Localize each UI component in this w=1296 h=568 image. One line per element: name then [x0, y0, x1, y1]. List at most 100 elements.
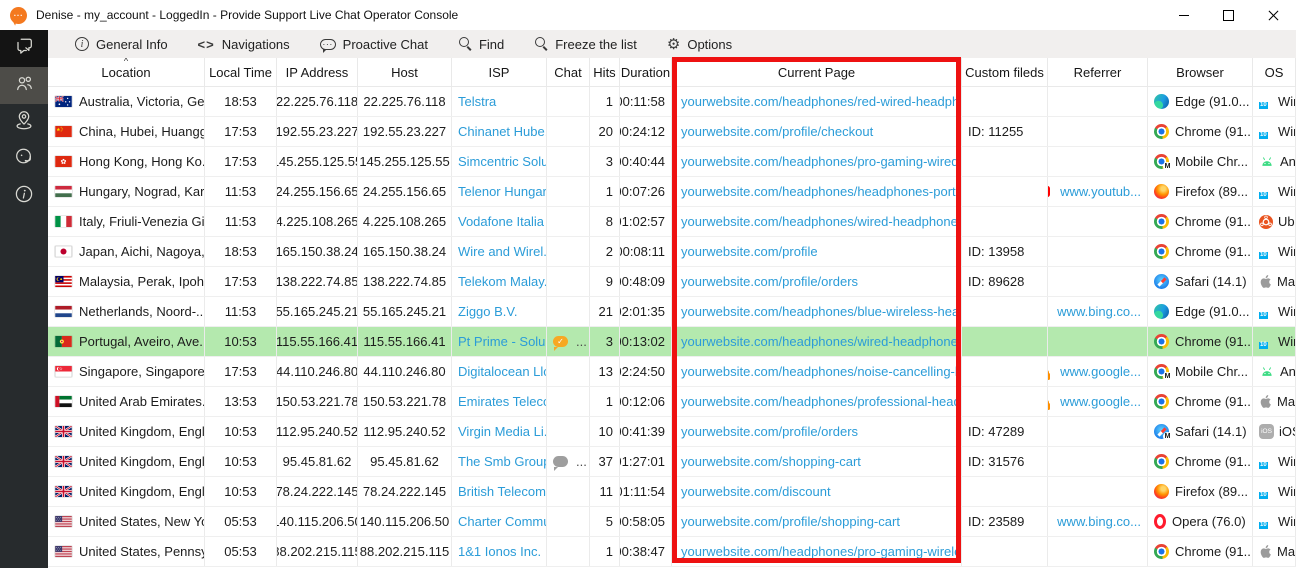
current-page-link[interactable]: yourwebsite.com/shopping-cart	[678, 454, 861, 469]
minimize-button[interactable]	[1161, 0, 1206, 30]
column-header-chat[interactable]: Chat	[547, 58, 590, 86]
column-header-host[interactable]: Host	[358, 58, 452, 86]
referrer-link[interactable]: www.google...	[1060, 364, 1141, 379]
sidebar-item-visitors[interactable]	[0, 67, 48, 104]
cell-isp[interactable]: Telekom Malay...	[452, 267, 547, 296]
link[interactable]: British Telecom...	[458, 484, 547, 499]
column-header-hits[interactable]: Hits	[590, 58, 620, 86]
link[interactable]: Chinanet Hube...	[458, 124, 547, 139]
table-row[interactable]: Hong Kong, Hong Ko...17:53145.255.125.55…	[48, 147, 1296, 177]
table-row[interactable]: Portugal, Aveiro, Ave...10:53115.55.166.…	[48, 327, 1296, 357]
cell-isp[interactable]: 1&1 Ionos Inc.	[452, 537, 547, 566]
table-row[interactable]: Australia, Victoria, Ge...18:5322.225.76…	[48, 87, 1296, 117]
current-page-link[interactable]: yourwebsite.com/profile	[678, 244, 818, 259]
cell-page[interactable]: yourwebsite.com/headphones/wired-headpho…	[672, 207, 962, 236]
cell-isp[interactable]: The Smb Group	[452, 447, 547, 476]
cell-page[interactable]: yourwebsite.com/profile/orders	[672, 417, 962, 446]
cell-isp[interactable]: Digitalocean Llc	[452, 357, 547, 386]
sidebar-item-info[interactable]	[0, 178, 48, 215]
link[interactable]: Vodafone Italia ...	[458, 214, 547, 229]
column-header-custom[interactable]: Custom fileds	[962, 58, 1048, 86]
maximize-button[interactable]	[1206, 0, 1251, 30]
cell-page[interactable]: yourwebsite.com/headphones/wired-headpho…	[672, 327, 962, 356]
cell-isp[interactable]: Wire and Wirel...	[452, 237, 547, 266]
table-row[interactable]: United States, Pennsy...05:5388.202.215.…	[48, 537, 1296, 567]
close-button[interactable]	[1251, 0, 1296, 30]
referrer-link[interactable]: www.google...	[1060, 394, 1141, 409]
link[interactable]: Digitalocean Llc	[458, 364, 547, 379]
referrer-link[interactable]: www.youtub...	[1060, 184, 1141, 199]
current-page-link[interactable]: yourwebsite.com/profile/orders	[678, 424, 858, 439]
cell-page[interactable]: yourwebsite.com/headphones/pro-gaming-wi…	[672, 537, 962, 566]
column-header-referrer[interactable]: Referrer	[1048, 58, 1148, 86]
toolbar-button-general-info[interactable]: iGeneral Info	[62, 30, 181, 58]
table-row[interactable]: United Arab Emirates...13:53150.53.221.7…	[48, 387, 1296, 417]
column-header-isp[interactable]: ISP	[452, 58, 547, 86]
cell-isp[interactable]: Telstra	[452, 87, 547, 116]
table-row[interactable]: United States, New Yo...05:53140.115.206…	[48, 507, 1296, 537]
cell-page[interactable]: yourwebsite.com/profile	[672, 237, 962, 266]
cell-page[interactable]: yourwebsite.com/headphones/red-wired-hea…	[672, 87, 962, 116]
column-header-page[interactable]: Current Page	[672, 58, 962, 86]
cell-isp[interactable]: Charter Commu...	[452, 507, 547, 536]
cell-isp[interactable]: Ziggo B.V.	[452, 297, 547, 326]
link[interactable]: Pt Prime - Solu...	[458, 334, 547, 349]
cell-referrer[interactable]: bwww.bing.co...	[1048, 297, 1148, 326]
current-page-link[interactable]: yourwebsite.com/headphones/noise-cancell…	[678, 364, 962, 379]
column-header-browser[interactable]: Browser	[1148, 58, 1253, 86]
link[interactable]: 1&1 Ionos Inc.	[458, 544, 541, 559]
cell-page[interactable]: yourwebsite.com/shopping-cart	[672, 447, 962, 476]
cell-isp[interactable]: British Telecom...	[452, 477, 547, 506]
column-header-ip[interactable]: IP Address	[277, 58, 358, 86]
cell-page[interactable]: yourwebsite.com/profile/shopping-cart	[672, 507, 962, 536]
table-row[interactable]: Malaysia, Perak, Ipoh, ...17:53138.222.7…	[48, 267, 1296, 297]
current-page-link[interactable]: yourwebsite.com/profile/shopping-cart	[678, 514, 900, 529]
table-row[interactable]: Netherlands, Noord-...11:5355.165.245.21…	[48, 297, 1296, 327]
current-page-link[interactable]: yourwebsite.com/profile/checkout	[678, 124, 873, 139]
table-row[interactable]: United Kingdom, Engl...10:5395.45.81.629…	[48, 447, 1296, 477]
cell-isp[interactable]: Virgin Media Li...	[452, 417, 547, 446]
table-row[interactable]: United Kingdom, Engl...10:53112.95.240.5…	[48, 417, 1296, 447]
current-page-link[interactable]: yourwebsite.com/headphones/blue-wireless…	[678, 304, 962, 319]
referrer-link[interactable]: www.bing.co...	[1057, 514, 1141, 529]
current-page-link[interactable]: yourwebsite.com/headphones/red-wired-hea…	[678, 94, 962, 109]
current-page-link[interactable]: yourwebsite.com/headphones/pro-gaming-wi…	[678, 544, 962, 559]
current-page-link[interactable]: yourwebsite.com/headphones/professional-…	[678, 394, 962, 409]
cell-isp[interactable]: Chinanet Hube...	[452, 117, 547, 146]
column-header-location[interactable]: ^Location	[48, 58, 205, 86]
link[interactable]: Telekom Malay...	[458, 274, 547, 289]
column-header-os[interactable]: OS	[1253, 58, 1296, 86]
sidebar-item-geo-location[interactable]	[0, 104, 48, 141]
cell-referrer[interactable]: bwww.bing.co...	[1048, 507, 1148, 536]
link[interactable]: The Smb Group	[458, 454, 547, 469]
cell-isp[interactable]: Vodafone Italia ...	[452, 207, 547, 236]
table-row[interactable]: United Kingdom, Engl...10:5378.24.222.14…	[48, 477, 1296, 507]
current-page-link[interactable]: yourwebsite.com/headphones/wired-headpho…	[678, 334, 962, 349]
link[interactable]: Wire and Wirel...	[458, 244, 547, 259]
link[interactable]: Telenor Hungar...	[458, 184, 547, 199]
current-page-link[interactable]: yourwebsite.com/headphones/headphones-po…	[678, 184, 962, 199]
cell-isp[interactable]: Emirates Teleco...	[452, 387, 547, 416]
link[interactable]: Charter Commu...	[458, 514, 547, 529]
cell-page[interactable]: yourwebsite.com/headphones/headphones-po…	[672, 177, 962, 206]
current-page-link[interactable]: yourwebsite.com/headphones/pro-gaming-wi…	[678, 154, 962, 169]
link[interactable]: Ziggo B.V.	[458, 304, 518, 319]
current-page-link[interactable]: yourwebsite.com/profile/orders	[678, 274, 858, 289]
current-page-link[interactable]: yourwebsite.com/headphones/wired-headpho…	[678, 214, 962, 229]
table-row[interactable]: Japan, Aichi, Nagoya, ...18:53165.150.38…	[48, 237, 1296, 267]
table-row[interactable]: China, Hubei, Huangg...17:53192.55.23.22…	[48, 117, 1296, 147]
cell-referrer[interactable]: gwww.google...	[1048, 387, 1148, 416]
table-row[interactable]: Singapore, Singapore...17:5344.110.246.8…	[48, 357, 1296, 387]
sidebar-item-operator[interactable]	[0, 141, 48, 178]
cell-page[interactable]: yourwebsite.com/headphones/professional-…	[672, 387, 962, 416]
column-header-time[interactable]: Local Time	[205, 58, 277, 86]
toolbar-button-navigations[interactable]: <>Navigations	[185, 30, 303, 58]
link[interactable]: Telstra	[458, 94, 496, 109]
table-row[interactable]: Italy, Friuli-Venezia Gi...11:534.225.10…	[48, 207, 1296, 237]
cell-page[interactable]: yourwebsite.com/headphones/pro-gaming-wi…	[672, 147, 962, 176]
column-header-duration[interactable]: Duration	[620, 58, 672, 86]
cell-page[interactable]: yourwebsite.com/headphones/blue-wireless…	[672, 297, 962, 326]
cell-page[interactable]: yourwebsite.com/profile/checkout	[672, 117, 962, 146]
table-row[interactable]: Hungary, Nograd, Kar...11:5324.255.156.6…	[48, 177, 1296, 207]
sidebar-item-chats[interactable]	[0, 30, 48, 67]
